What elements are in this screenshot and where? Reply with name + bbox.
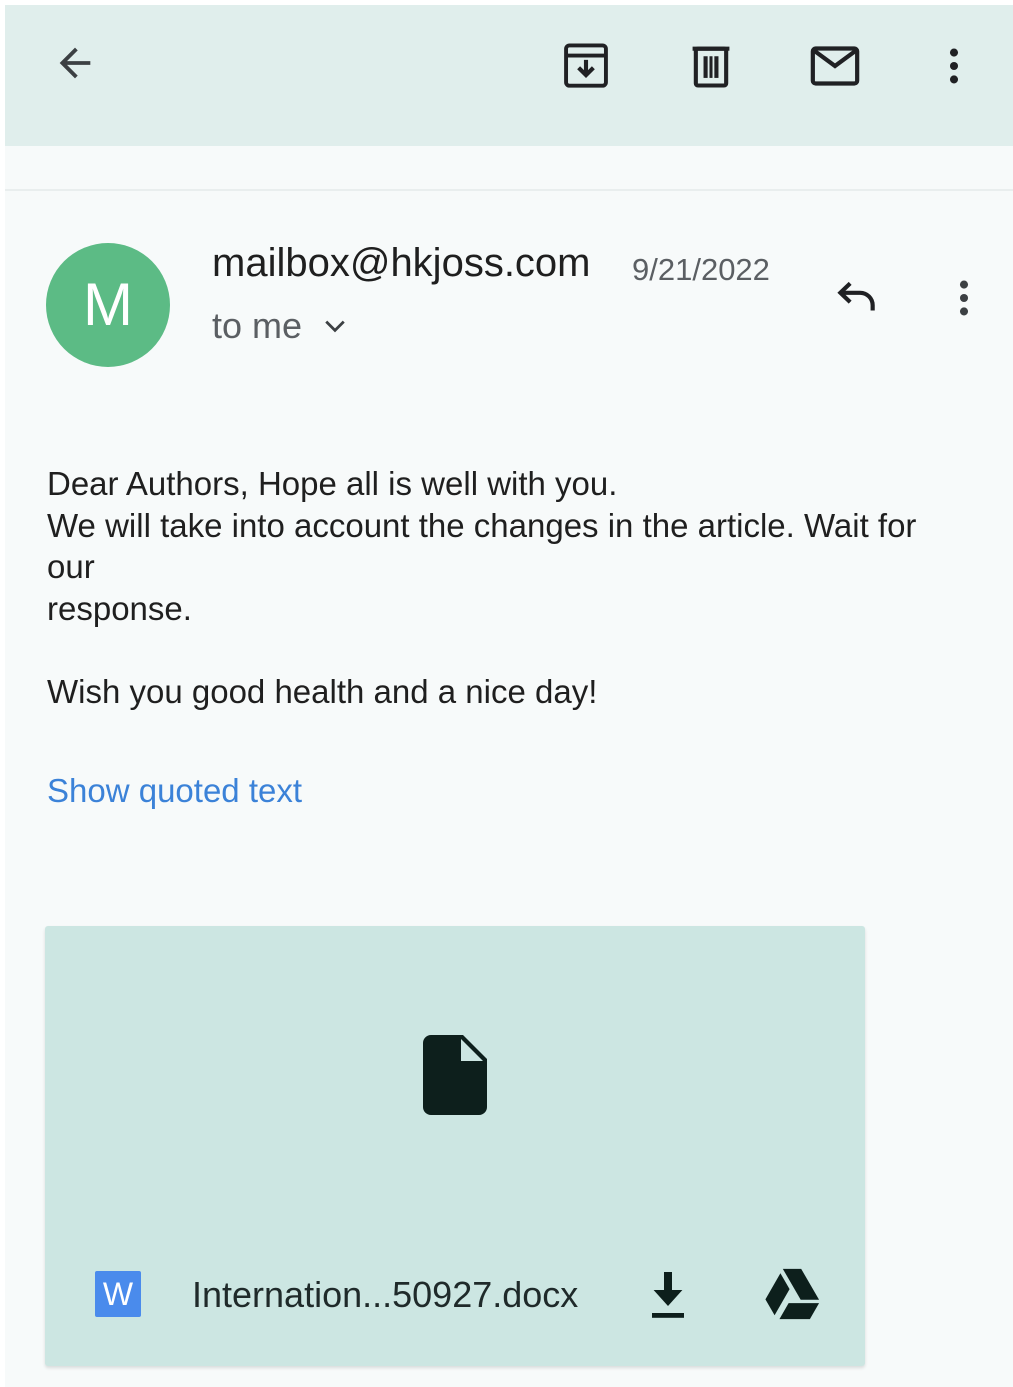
more-vert-icon [949,48,959,84]
more-vert-icon [959,280,969,316]
reply-icon [837,281,875,311]
back-button[interactable] [45,33,105,93]
save-to-drive-button[interactable] [761,1264,823,1324]
google-drive-icon [765,1268,820,1320]
message-more-button[interactable] [937,267,991,329]
word-file-badge: W [95,1271,141,1317]
recipient-details-toggle[interactable]: to me [212,305,350,347]
download-button[interactable] [641,1266,695,1324]
reply-button[interactable] [825,267,887,329]
body-line: We will take into account the changes in… [47,506,917,586]
mark-unread-icon [810,46,860,86]
document-icon [423,1035,487,1115]
body-line: Wish you good health and a nice day! [47,672,598,710]
recipient-label: to me [212,305,303,346]
message-date: 9/21/2022 [632,252,770,287]
delete-button[interactable] [680,35,742,97]
attachment-filename[interactable]: Internation...50927.docx [192,1274,578,1316]
more-options-button[interactable] [927,35,981,97]
body-line: Dear Authors, Hope all is well with you. [47,465,618,502]
word-badge-letter: W [102,1276,134,1312]
avatar-letter: M [83,271,133,338]
sender-avatar[interactable]: M [46,243,170,367]
attachment-card[interactable]: W Internation...50927.docx [45,926,865,1366]
sender-address[interactable]: mailbox@hkjoss.com [212,241,591,286]
arrow-left-icon [59,47,91,79]
attachment-preview[interactable] [423,1035,487,1120]
download-icon [652,1272,684,1318]
trash-icon [692,46,730,88]
show-quoted-text-link[interactable]: Show quoted text [47,772,302,810]
body-line: response. [47,589,192,627]
top-app-bar [5,5,1013,146]
header-divider [5,189,1013,191]
chevron-down-icon [325,320,345,333]
message-body: Dear Authors, Hope all is well with you.… [47,463,947,712]
archive-icon [564,43,608,88]
mark-unread-button[interactable] [802,35,868,97]
archive-button[interactable] [555,35,617,97]
email-screen: M mailbox@hkjoss.com 9/21/2022 to me Dea… [5,5,1013,1387]
